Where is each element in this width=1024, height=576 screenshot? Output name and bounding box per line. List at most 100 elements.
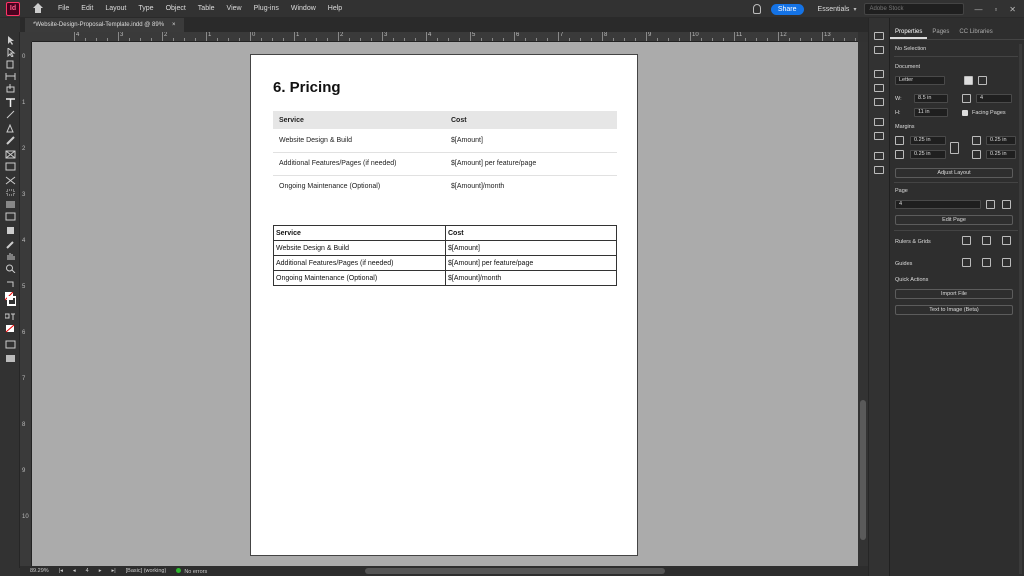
selection-tool-icon[interactable] bbox=[5, 36, 16, 45]
chevron-down-icon[interactable]: ▾ bbox=[853, 6, 856, 13]
next-page-icon[interactable]: ▸ bbox=[99, 568, 102, 574]
import-file-button[interactable]: Import File bbox=[895, 289, 1013, 299]
fill-stroke-swatch-icon[interactable] bbox=[5, 292, 16, 306]
effects-icon[interactable] bbox=[874, 132, 884, 140]
panel-scrollbar[interactable] bbox=[1019, 44, 1022, 574]
gradient-feather-tool-icon[interactable] bbox=[5, 212, 16, 221]
page-tool-icon[interactable] bbox=[5, 60, 16, 69]
vertical-ruler[interactable]: 0 1 2 3 4 5 6 7 8 9 10 bbox=[20, 42, 32, 566]
gap-tool-icon[interactable] bbox=[5, 72, 16, 81]
table-cell[interactable]: $[Amount] per feature/page bbox=[445, 255, 617, 271]
type-tool-icon[interactable] bbox=[5, 98, 16, 107]
character-styles-icon[interactable] bbox=[874, 152, 884, 160]
table-header-cell[interactable]: Cost bbox=[445, 111, 617, 129]
lightbulb-icon[interactable] bbox=[752, 4, 761, 14]
swatches-icon[interactable] bbox=[874, 84, 884, 92]
tab-properties[interactable]: Properties bbox=[890, 26, 928, 39]
menu-view[interactable]: View bbox=[221, 5, 248, 12]
paragraph-styles-icon[interactable] bbox=[874, 166, 884, 174]
lock-guides-icon[interactable] bbox=[982, 258, 991, 267]
table-cell[interactable]: Additional Features/Pages (if needed) bbox=[273, 152, 445, 176]
color-icon[interactable] bbox=[874, 98, 884, 106]
menu-object[interactable]: Object bbox=[160, 5, 192, 12]
page-number-field[interactable]: 4 bbox=[86, 568, 89, 574]
pasteboard[interactable]: 6. Pricing Service Cost Website Design &… bbox=[32, 42, 858, 566]
menu-edit[interactable]: Edit bbox=[75, 5, 99, 12]
table-cell[interactable]: $[Amount]/month bbox=[445, 175, 617, 198]
page-heading[interactable]: 6. Pricing bbox=[273, 79, 341, 96]
apply-none-icon[interactable] bbox=[5, 324, 16, 333]
table-cell[interactable]: Website Design & Build bbox=[273, 129, 445, 153]
screen-mode-icon[interactable] bbox=[5, 354, 16, 363]
formatting-affects-text-icon[interactable] bbox=[5, 312, 16, 321]
width-field[interactable]: 8.5 in bbox=[914, 94, 948, 103]
workspace-switcher[interactable]: Essentials bbox=[818, 6, 850, 13]
height-field[interactable]: 11 in bbox=[914, 108, 948, 117]
stock-search-input[interactable]: Adobe Stock bbox=[864, 3, 965, 15]
minimize-icon[interactable]: — bbox=[974, 5, 982, 14]
home-icon[interactable] bbox=[32, 2, 44, 15]
table-header-cell[interactable]: Service bbox=[273, 111, 445, 129]
preflight-status[interactable]: No errors bbox=[176, 567, 207, 575]
zoom-tool-icon[interactable] bbox=[5, 264, 16, 273]
smart-guides-icon[interactable] bbox=[1002, 258, 1011, 267]
ruler-origin[interactable] bbox=[20, 32, 32, 42]
vertical-scrollbar[interactable] bbox=[858, 42, 868, 566]
pen-tool-icon[interactable] bbox=[5, 124, 16, 133]
table-cell[interactable]: Website Design & Build bbox=[273, 240, 446, 256]
note-tool-icon[interactable] bbox=[5, 226, 16, 235]
page-size-select[interactable]: Letter bbox=[895, 76, 945, 85]
close-icon[interactable]: ✕ bbox=[1009, 5, 1016, 14]
menu-table[interactable]: Table bbox=[192, 5, 221, 12]
hand-tool-icon[interactable] bbox=[5, 252, 16, 261]
delete-page-icon[interactable] bbox=[1002, 200, 1011, 209]
document-grid-icon[interactable] bbox=[1002, 236, 1011, 245]
baseline-grid-icon[interactable] bbox=[982, 236, 991, 245]
adjust-layout-button[interactable]: Adjust Layout bbox=[895, 168, 1013, 178]
text-to-image-button[interactable]: Text to Image (Beta) bbox=[895, 305, 1013, 315]
table-cell[interactable]: Ongoing Maintenance (Optional) bbox=[273, 175, 445, 198]
pricing-table-bordered[interactable]: Service Cost Website Design & Build $[Am… bbox=[273, 225, 617, 286]
table-cell[interactable]: Ongoing Maintenance (Optional) bbox=[273, 270, 446, 286]
page-select[interactable]: 4 bbox=[895, 200, 981, 209]
gradient-swatch-tool-icon[interactable] bbox=[5, 200, 16, 209]
zoom-level[interactable]: 89.29% bbox=[30, 568, 49, 574]
portrait-orientation-icon[interactable] bbox=[964, 76, 973, 85]
menu-layout[interactable]: Layout bbox=[99, 5, 132, 12]
last-page-icon[interactable]: ▸| bbox=[111, 568, 115, 574]
table-cell[interactable]: Additional Features/Pages (if needed) bbox=[273, 255, 446, 271]
eyedropper-tool-icon[interactable] bbox=[5, 240, 16, 249]
tab-pages[interactable]: Pages bbox=[927, 26, 954, 39]
pricing-table-styled[interactable]: Service Cost Website Design & Build $[Am… bbox=[273, 111, 617, 198]
horizontal-ruler[interactable]: 4 3 2 1 0 1 2 3 4 5 6 7 8 9 10 11 12 13 bbox=[32, 32, 858, 42]
direct-selection-tool-icon[interactable] bbox=[5, 48, 16, 57]
table-cell[interactable]: $[Amount] bbox=[445, 129, 617, 153]
menu-plugins[interactable]: Plug-ins bbox=[248, 5, 285, 12]
pencil-tool-icon[interactable] bbox=[5, 136, 16, 145]
close-tab-icon[interactable]: × bbox=[172, 22, 176, 28]
share-button[interactable]: Share bbox=[770, 3, 804, 15]
text-wrap-icon[interactable] bbox=[874, 118, 884, 126]
line-tool-icon[interactable] bbox=[5, 110, 16, 119]
menu-help[interactable]: Help bbox=[322, 5, 348, 12]
table-cell[interactable]: $[Amount] per feature/page bbox=[445, 152, 617, 176]
prev-page-icon[interactable]: ◂ bbox=[73, 568, 76, 574]
link-margins-icon[interactable] bbox=[950, 142, 959, 154]
menu-file[interactable]: File bbox=[52, 5, 75, 12]
edit-page-button[interactable]: Edit Page bbox=[895, 215, 1013, 225]
show-guides-icon[interactable] bbox=[962, 258, 971, 267]
pages-count-field[interactable]: 4 bbox=[976, 94, 1012, 103]
margin-right-field[interactable]: 0.25 in bbox=[986, 150, 1016, 159]
horizontal-scrollbar-thumb[interactable] bbox=[365, 568, 665, 574]
document-page[interactable]: 6. Pricing Service Cost Website Design &… bbox=[250, 54, 638, 556]
content-collector-icon[interactable] bbox=[5, 84, 16, 93]
scrollbar-thumb[interactable] bbox=[860, 400, 866, 540]
scissors-tool-icon[interactable] bbox=[5, 176, 16, 185]
swap-fill-stroke-icon[interactable] bbox=[5, 280, 16, 289]
table-cell[interactable]: $[Amount] bbox=[445, 240, 617, 256]
landscape-orientation-icon[interactable] bbox=[978, 76, 987, 85]
margin-left-field[interactable]: 0.25 in bbox=[986, 136, 1016, 145]
rectangle-frame-tool-icon[interactable] bbox=[5, 150, 16, 159]
menu-type[interactable]: Type bbox=[132, 5, 159, 12]
tab-cc-libraries[interactable]: CC Libraries bbox=[954, 26, 997, 39]
